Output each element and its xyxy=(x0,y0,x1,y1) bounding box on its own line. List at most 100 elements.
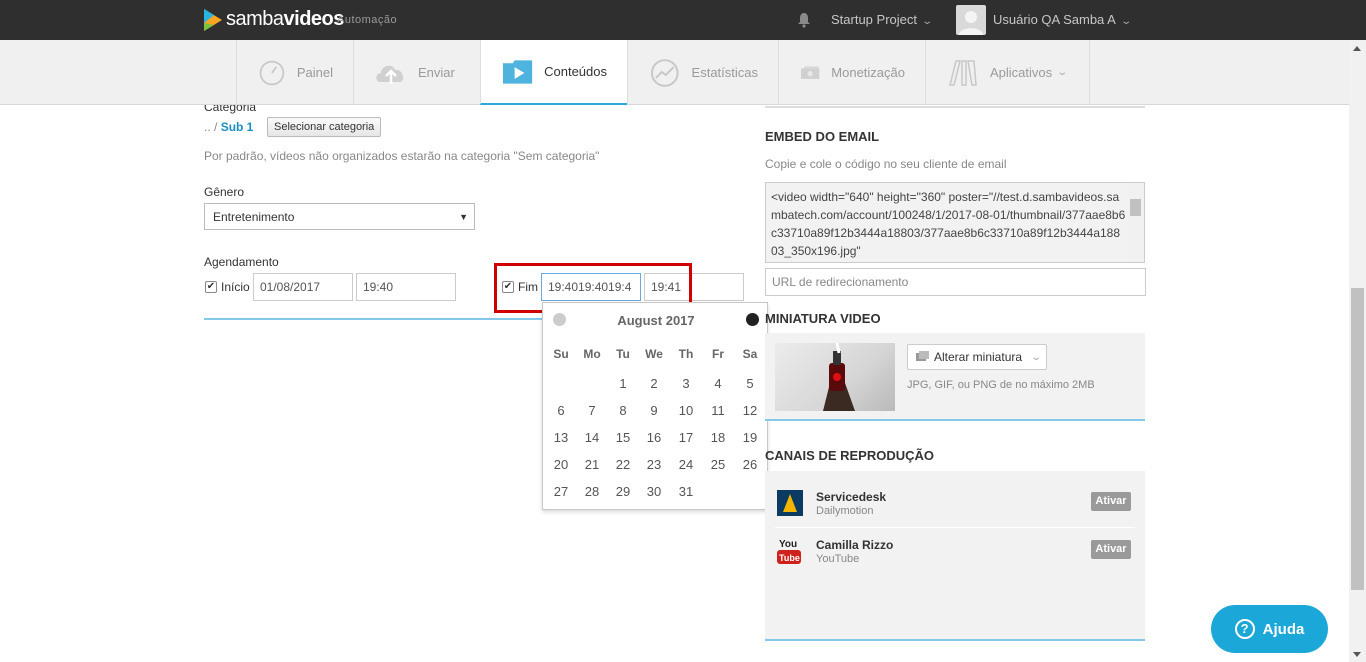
embed-email-title: EMBED DO EMAIL xyxy=(765,129,880,144)
chart-circle-icon xyxy=(650,58,679,87)
folder-play-icon xyxy=(502,59,533,84)
help-label: Ajuda xyxy=(1262,620,1305,638)
genre-label: Gênero xyxy=(204,185,245,199)
calendar-day[interactable]: 16 xyxy=(640,426,668,450)
nav-estatisticas[interactable]: Estatísticas xyxy=(627,40,778,105)
channel-provider: YouTube xyxy=(816,553,860,565)
calendar-day[interactable]: 27 xyxy=(547,480,575,504)
cloud-upload-icon xyxy=(376,65,404,84)
nav-monetizacao[interactable]: Monetização xyxy=(778,40,925,105)
weekday-header: Sa xyxy=(742,347,758,361)
user-silhouette-icon xyxy=(959,11,983,35)
thumbnail-hint: JPG, GIF, ou PNG de no máximo 2MB xyxy=(907,379,1095,391)
samba-videos-logo[interactable]: sambavideos xyxy=(204,8,344,31)
nav-conteudos[interactable]: Conteúdos xyxy=(480,40,627,105)
calendar-day[interactable]: 1 xyxy=(609,372,637,396)
chevron-down-icon: ⌄ xyxy=(1056,67,1069,78)
calendar-day[interactable]: 8 xyxy=(609,399,637,423)
calendar-day[interactable]: 9 xyxy=(640,399,668,423)
genre-select[interactable]: Entretenimento ▼ xyxy=(204,203,475,230)
question-icon: ? xyxy=(1234,619,1255,639)
schedule-label: Agendamento xyxy=(204,255,279,269)
nav-label: Estatísticas xyxy=(691,65,758,80)
activate-button[interactable]: Ativar xyxy=(1091,492,1131,511)
user-menu[interactable]: Usuário QA Samba A ⌄ xyxy=(993,12,1132,27)
channel-divider xyxy=(775,527,1135,528)
calendar-day[interactable]: 5 xyxy=(736,372,764,396)
calendar-day[interactable]: 4 xyxy=(704,372,732,396)
avatar[interactable] xyxy=(956,5,986,35)
weekday-header: We xyxy=(645,347,663,361)
embed-code-textarea[interactable]: <video width="640" height="360" poster="… xyxy=(765,182,1145,263)
dashboard-icon xyxy=(259,60,285,85)
calendar-day[interactable]: 15 xyxy=(609,426,637,450)
select-category-button[interactable]: Selecionar categoria xyxy=(267,117,382,137)
redirect-url-input[interactable]: URL de redirecionamento xyxy=(765,268,1146,296)
main-navigation: Painel Enviar Conteúdos Estatísticas Mon… xyxy=(0,40,1366,105)
breadcrumb-current[interactable]: Sub 1 xyxy=(221,120,254,134)
calendar-day[interactable]: 7 xyxy=(578,399,606,423)
textarea-scrollbar[interactable] xyxy=(1127,183,1144,262)
date-picker: August 2017 Su Mo Tu We Th Fr Sa 1 2 3 4 5 6 7 8 9 10 11… xyxy=(542,302,768,510)
page-scroll-thumb[interactable] xyxy=(1351,288,1364,590)
calendar-day[interactable]: 2 xyxy=(640,372,668,396)
channels-title: CANAIS DE REPRODUÇÃO xyxy=(765,448,935,463)
calendar-day[interactable]: 23 xyxy=(640,453,668,477)
calendar-day[interactable]: 13 xyxy=(547,426,575,450)
video-thumbnail-image xyxy=(775,343,895,411)
channel-name: Camilla Rizzo xyxy=(816,538,894,552)
project-selector[interactable]: Startup Project ⌄ xyxy=(831,12,933,27)
calendar-day[interactable]: 21 xyxy=(578,453,606,477)
help-button[interactable]: ? Ajuda xyxy=(1211,605,1328,653)
bell-icon[interactable] xyxy=(797,12,811,28)
calendar-day[interactable]: 3 xyxy=(672,372,700,396)
apps-icon xyxy=(949,59,977,86)
chevron-down-icon: ⌄ xyxy=(1030,351,1043,363)
start-time-input[interactable]: 19:40 xyxy=(356,273,456,301)
nav-painel[interactable]: Painel xyxy=(236,40,353,105)
next-month-icon[interactable] xyxy=(746,313,759,326)
textarea-scroll-thumb[interactable] xyxy=(1130,199,1141,216)
svg-text:Tube: Tube xyxy=(779,553,800,563)
calendar-day[interactable]: 6 xyxy=(547,399,575,423)
calendar-day[interactable]: 18 xyxy=(704,426,732,450)
left-divider xyxy=(204,318,542,320)
weekday-header: Th xyxy=(678,347,694,361)
channel-provider: Dailymotion xyxy=(816,505,874,517)
weekday-header: Su xyxy=(553,347,569,361)
calendar-day[interactable]: 28 xyxy=(578,480,606,504)
scroll-up-arrow-icon[interactable] xyxy=(1353,46,1361,51)
dailymotion-icon xyxy=(777,490,803,516)
nav-aplicativos[interactable]: Aplicativos ⌄ xyxy=(925,40,1090,105)
calendar-day[interactable]: 12 xyxy=(736,399,764,423)
calendar-day[interactable]: 11 xyxy=(704,399,732,423)
channel-name: Servicedesk xyxy=(816,490,887,504)
calendar-day[interactable]: 20 xyxy=(547,453,575,477)
start-date-input[interactable]: 01/08/2017 xyxy=(253,273,353,301)
calendar-day[interactable]: 14 xyxy=(578,426,606,450)
nav-enviar[interactable]: Enviar xyxy=(353,40,480,105)
start-label: Início xyxy=(221,280,250,294)
svg-text:You: You xyxy=(779,539,797,550)
logo-play-icon xyxy=(204,8,222,31)
calendar-day[interactable]: 24 xyxy=(672,453,700,477)
calendar-day[interactable]: 19 xyxy=(736,426,764,450)
logo-text-left: samba xyxy=(226,8,284,30)
calendar-day[interactable]: 31 xyxy=(672,480,700,504)
calendar-day[interactable]: 25 xyxy=(704,453,732,477)
genre-value: Entretenimento xyxy=(213,209,295,224)
activate-button[interactable]: Ativar xyxy=(1091,540,1131,559)
calendar-day[interactable]: 10 xyxy=(672,399,700,423)
scroll-down-arrow-icon[interactable] xyxy=(1353,652,1361,657)
calendar-day[interactable]: 22 xyxy=(609,453,637,477)
top-bar: sambavideos Automação Startup Project ⌄ U… xyxy=(0,0,1366,40)
calendar-day[interactable]: 29 xyxy=(609,480,637,504)
change-thumbnail-button[interactable]: Alterar miniatura ⌄ xyxy=(907,344,1047,370)
start-checkbox[interactable]: ✔ xyxy=(205,281,217,293)
category-hint: Por padrão, vídeos não organizados estar… xyxy=(204,149,600,163)
calendar-day[interactable]: 26 xyxy=(736,453,764,477)
calendar-day[interactable]: 17 xyxy=(672,426,700,450)
project-name: Startup Project xyxy=(831,12,917,27)
calendar-day[interactable]: 30 xyxy=(640,480,668,504)
breadcrumb-prefix: .. / xyxy=(204,120,218,134)
